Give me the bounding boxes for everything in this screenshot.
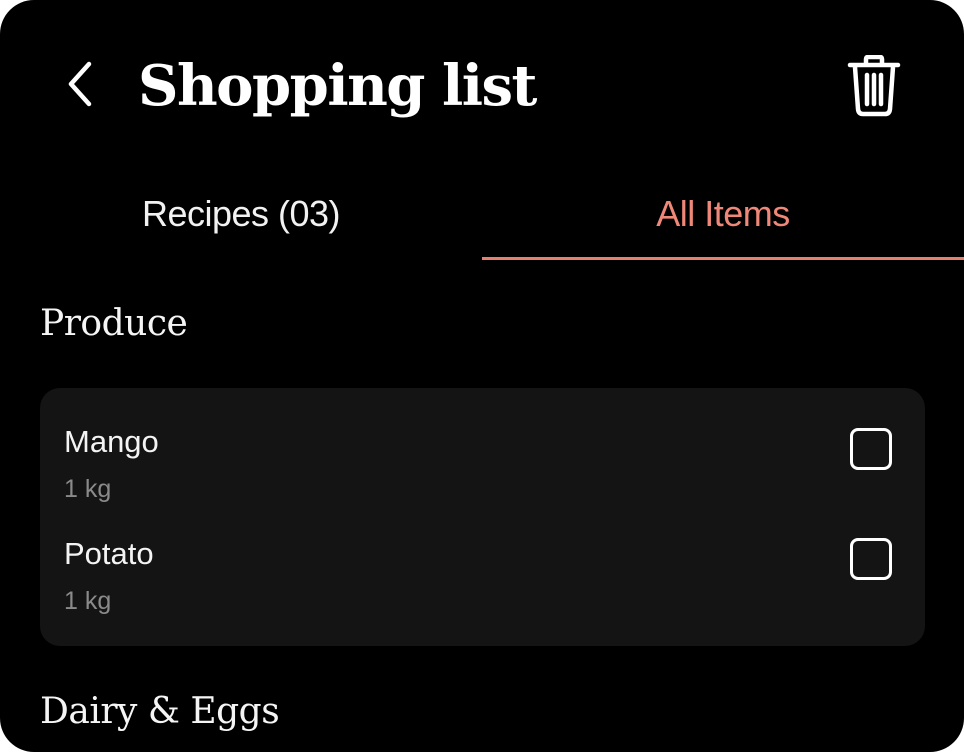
- tab-bar: Recipes (03) All Items: [0, 170, 964, 262]
- item-quantity: 1 kg: [64, 587, 112, 615]
- tab-all-items[interactable]: All Items: [482, 170, 964, 258]
- chevron-left-icon: [68, 61, 92, 107]
- header: Shopping list: [0, 0, 964, 170]
- list-item: Potato 1 kg: [40, 528, 925, 638]
- item-checkbox[interactable]: [850, 428, 892, 470]
- section-heading-dairy-eggs: Dairy & Eggs: [40, 691, 280, 732]
- trash-icon: [847, 55, 901, 117]
- delete-list-button[interactable]: [840, 52, 908, 120]
- list-item: Mango 1 kg: [40, 416, 925, 526]
- produce-items-card: Mango 1 kg Potato 1 kg: [40, 388, 925, 646]
- back-button[interactable]: [52, 52, 108, 116]
- item-name: Mango: [64, 424, 159, 459]
- item-quantity: 1 kg: [64, 475, 112, 503]
- tab-recipes[interactable]: Recipes (03): [0, 170, 482, 258]
- section-heading-produce: Produce: [40, 303, 188, 344]
- shopping-list-screen: Shopping list Recipes (03) All Items Pro…: [0, 0, 964, 752]
- page-title: Shopping list: [138, 53, 537, 119]
- item-checkbox[interactable]: [850, 538, 892, 580]
- item-name: Potato: [64, 536, 154, 571]
- active-tab-indicator: [482, 257, 964, 260]
